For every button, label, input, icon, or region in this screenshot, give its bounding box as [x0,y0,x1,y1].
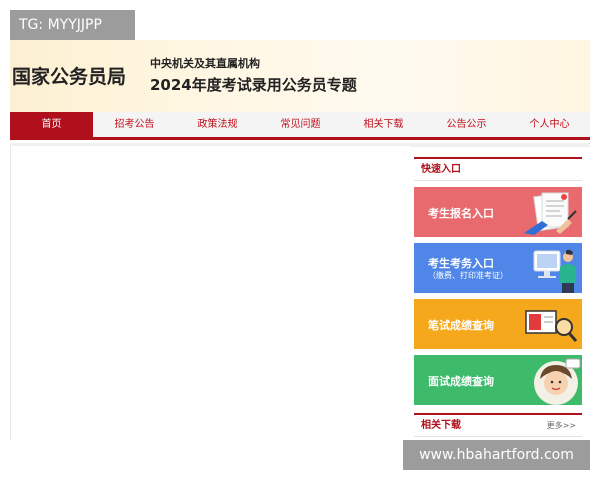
nav-item-personal-center[interactable]: 个人中心 [508,112,591,137]
header-subtitle-topic: 2024年度考试录用公务员专题 [150,76,357,94]
quick-entry-title: 快速入口 [421,164,461,175]
nav-item-home[interactable]: 首页 [10,112,93,137]
tg-label-overlay: TG: MYYJJPP [10,10,135,40]
magnifier-icon [525,310,578,342]
nav-item-policies[interactable]: 政策法规 [176,112,259,137]
written-score-entry-button[interactable]: 笔试成绩查询 [414,299,582,349]
site-title[interactable]: 国家公务员局 [12,62,126,89]
nav-item-announcements[interactable]: 招考公告 [93,112,176,137]
interviewee-icon [534,358,581,405]
main-content-area [10,146,410,440]
main-nav: 首页 招考公告 政策法规 常见问题 相关下载 公告公示 个人中心 [10,112,590,140]
interview-score-entry-button[interactable]: 面试成绩查询 [414,355,582,405]
interview-score-entry-label: 面试成绩查询 [428,375,494,388]
written-score-entry-label: 笔试成绩查询 [428,319,494,332]
exam-affairs-entry-label: 考生考务入口 [428,257,494,270]
document-signing-icon [524,192,577,235]
computer-user-icon [533,249,576,293]
sidebar: 快速入口 考生报名入口 考生考务入口 （缴费、打印准考证） 笔试成绩查询 面试成… [414,157,582,440]
downloads-title: 相关下载 [421,420,461,431]
watermark-overlay: www.hbahartford.com [403,440,590,470]
exam-affairs-entry-sublabel: （缴费、打印准考证） [428,271,508,280]
exam-affairs-entry-button[interactable]: 考生考务入口 （缴费、打印准考证） [414,243,582,293]
nav-item-notices[interactable]: 公告公示 [425,112,508,137]
site-header: 国家公务员局 中央机关及其直属机构 2024年度考试录用公务员专题 [10,40,590,112]
more-link[interactable]: 更多>> [547,415,576,437]
header-subtitle-org: 中央机关及其直属机构 [150,57,260,70]
nav-item-downloads[interactable]: 相关下载 [342,112,425,137]
quick-entry-header: 快速入口 [414,157,582,181]
nav-item-faq[interactable]: 常见问题 [259,112,342,137]
registration-entry-label: 考生报名入口 [428,207,494,220]
registration-entry-button[interactable]: 考生报名入口 [414,187,582,237]
downloads-header: 相关下载 更多>> [414,413,582,437]
page: TG: MYYJJPP 国家公务员局 中央机关及其直属机构 2024年度考试录用… [0,0,600,480]
